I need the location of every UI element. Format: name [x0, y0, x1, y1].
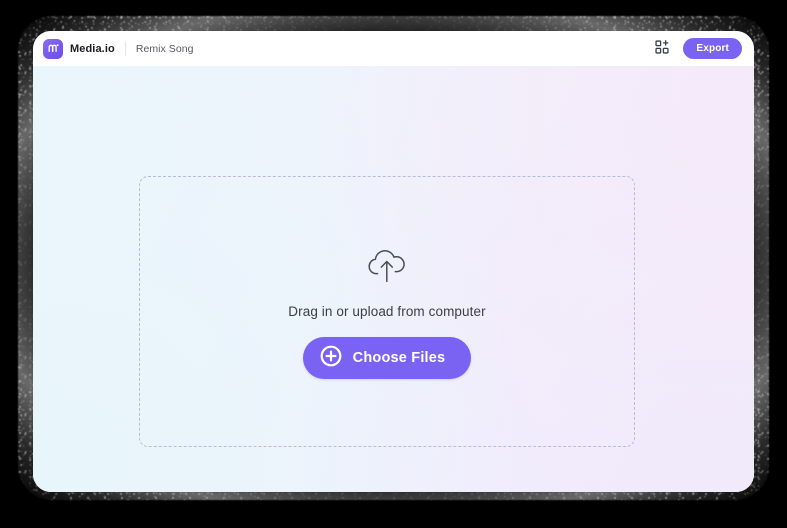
header-divider — [124, 41, 126, 56]
app-header: Media.io Remix Song Export — [33, 31, 754, 66]
brand-name-label: Media.io — [70, 42, 115, 55]
choose-files-label: Choose Files — [352, 350, 446, 366]
file-dropzone[interactable]: Drag in or upload from computer Choose F… — [139, 176, 635, 447]
editor-canvas: Drag in or upload from computer Choose F… — [33, 66, 754, 492]
page-title: Remix Song — [135, 42, 194, 55]
dropzone-caption: Drag in or upload from computer — [288, 304, 486, 319]
media-io-logo-icon — [43, 38, 63, 59]
plus-circle-icon — [320, 345, 342, 371]
app-window: Media.io Remix Song Export Drag in or up… — [33, 31, 754, 492]
choose-files-button[interactable]: Choose Files — [302, 337, 472, 379]
brand-block[interactable]: Media.io — [43, 38, 115, 59]
grid-apps-icon — [655, 40, 670, 57]
cloud-upload-icon — [363, 244, 411, 286]
grid-apps-button[interactable] — [653, 40, 671, 58]
export-button[interactable]: Export — [683, 38, 742, 59]
screenshot-stage: Media.io Remix Song Export Drag in or up… — [0, 0, 787, 528]
header-actions: Export — [653, 38, 742, 59]
